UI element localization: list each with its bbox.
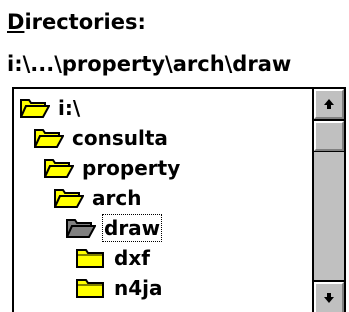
directory-item-property[interactable]: property bbox=[44, 153, 180, 183]
directory-item-label: draw bbox=[101, 214, 163, 242]
directory-item-consulta[interactable]: consulta bbox=[34, 123, 168, 153]
directories-label-text: irectories: bbox=[24, 10, 146, 34]
directories-label-hotkey: D bbox=[7, 10, 25, 34]
directory-item-label: consulta bbox=[72, 126, 168, 150]
current-path: i:\...\property\arch\draw bbox=[7, 52, 292, 76]
directory-item-n4ja[interactable]: n4ja bbox=[76, 273, 163, 303]
open-folder-selected-icon bbox=[66, 217, 96, 239]
directory-item-dxf[interactable]: dxf bbox=[76, 243, 150, 273]
closed-folder-icon bbox=[76, 277, 106, 299]
directory-item-label: arch bbox=[92, 186, 142, 210]
scroll-up-button[interactable] bbox=[314, 89, 344, 119]
open-folder-icon bbox=[20, 97, 50, 119]
open-folder-icon bbox=[44, 157, 74, 179]
closed-folder-icon bbox=[76, 247, 106, 269]
directory-item-root[interactable]: i:\ bbox=[20, 93, 80, 123]
scroll-thumb[interactable] bbox=[313, 120, 344, 152]
up-arrow-icon bbox=[324, 99, 334, 109]
open-folder-icon bbox=[54, 187, 84, 209]
vertical-scrollbar[interactable] bbox=[312, 89, 344, 312]
directory-item-draw[interactable]: draw bbox=[66, 213, 163, 243]
scroll-down-button[interactable] bbox=[314, 282, 344, 312]
directory-item-label: dxf bbox=[114, 246, 150, 270]
directory-item-label: i:\ bbox=[58, 96, 81, 120]
directory-item-label: n4ja bbox=[114, 276, 163, 300]
down-arrow-icon bbox=[324, 293, 334, 303]
directory-item-label: property bbox=[82, 156, 181, 180]
directory-item-arch[interactable]: arch bbox=[54, 183, 141, 213]
open-folder-icon bbox=[34, 127, 64, 149]
directory-listbox[interactable]: i:\ consulta property arch draw dxf n4ja bbox=[12, 87, 346, 312]
directories-label: Directories: bbox=[7, 9, 146, 35]
